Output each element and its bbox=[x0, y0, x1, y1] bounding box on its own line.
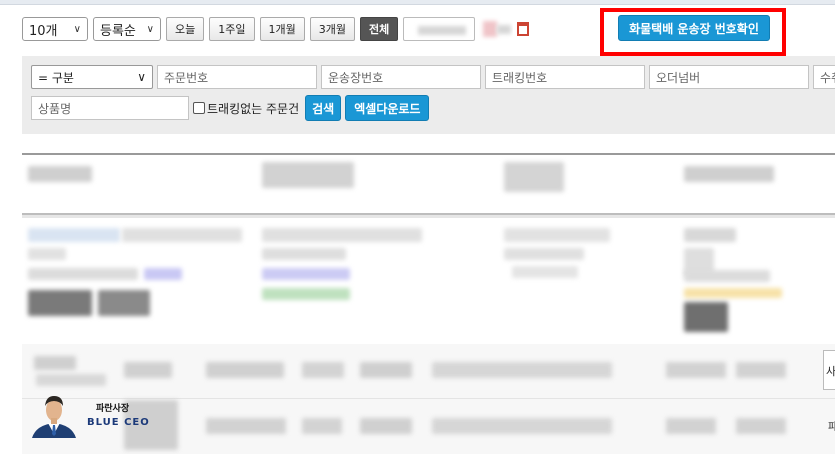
chevron-down-icon: ∨ bbox=[73, 23, 81, 35]
range-week-button[interactable]: 1주일 bbox=[209, 17, 255, 41]
excel-download-button[interactable]: 엑셀다운로드 bbox=[345, 95, 430, 121]
calendar-icon[interactable] bbox=[517, 22, 530, 36]
edge-clipped-text: 파 bbox=[828, 422, 835, 433]
division-select[interactable]: = 구분 ∨ bbox=[31, 65, 153, 89]
chevron-down-icon: ∨ bbox=[146, 23, 154, 35]
table-header-cell bbox=[684, 166, 774, 182]
no-tracking-checkbox[interactable] bbox=[193, 102, 205, 114]
table-header-top-border bbox=[22, 153, 835, 155]
side-action-button[interactable]: 사 bbox=[823, 350, 835, 390]
order-no-input[interactable]: 주문번호 bbox=[157, 65, 317, 89]
range-all-button[interactable]: 전체 bbox=[360, 17, 399, 41]
chevron-down-icon: ∨ bbox=[137, 70, 146, 84]
range-month-button[interactable]: 1개월 bbox=[259, 17, 305, 41]
no-tracking-label: 트래킹없는 주문건 bbox=[207, 101, 300, 116]
logo-korean-text: 파란사장 bbox=[96, 404, 130, 414]
page-size-value: 10개 bbox=[29, 23, 58, 39]
toolbar: 10개 ∨ 등록순 ∨ 오늘 1주일 1개월 3개월 전체 bbox=[22, 16, 535, 42]
table-header-cell bbox=[28, 166, 92, 182]
product-name-input[interactable]: 상품명 bbox=[31, 96, 189, 120]
table-header-shadow bbox=[22, 215, 835, 218]
sort-select[interactable]: 등록순 ∨ bbox=[93, 17, 161, 41]
end-date-input[interactable] bbox=[479, 17, 513, 41]
tracking-input[interactable]: 트래킹번호 bbox=[485, 65, 645, 89]
table-header-cell bbox=[504, 162, 564, 192]
receiver-input[interactable]: 수취 bbox=[813, 65, 835, 89]
waybill-input[interactable]: 운송장번호 bbox=[321, 65, 481, 89]
range-3month-button[interactable]: 3개월 bbox=[309, 17, 355, 41]
blue-ceo-logo: 파란사장 BLUE CEO bbox=[30, 392, 150, 440]
sort-value: 등록순 bbox=[100, 23, 136, 39]
ceo-portrait-icon bbox=[32, 396, 76, 438]
division-value: = 구분 bbox=[38, 70, 74, 85]
page-size-select[interactable]: 10개 ∨ bbox=[22, 17, 88, 41]
freight-waybill-check-button[interactable]: 화물택배 운송장 번호확인 bbox=[618, 15, 770, 41]
start-date-input[interactable] bbox=[403, 17, 476, 41]
search-button[interactable]: 검색 bbox=[305, 95, 342, 121]
side-action-label: 사 bbox=[826, 365, 835, 378]
top-strip bbox=[0, 0, 835, 5]
filter-panel: = 구분 ∨ 주문번호 운송장번호 트래킹번호 오더넘버 수취 상품명 트래킹없… bbox=[22, 56, 835, 134]
order-number-input[interactable]: 오더넘버 bbox=[649, 65, 809, 89]
table-header-cell bbox=[262, 162, 354, 188]
logo-english-text: BLUE CEO bbox=[87, 417, 150, 428]
range-today-button[interactable]: 오늘 bbox=[166, 17, 205, 41]
